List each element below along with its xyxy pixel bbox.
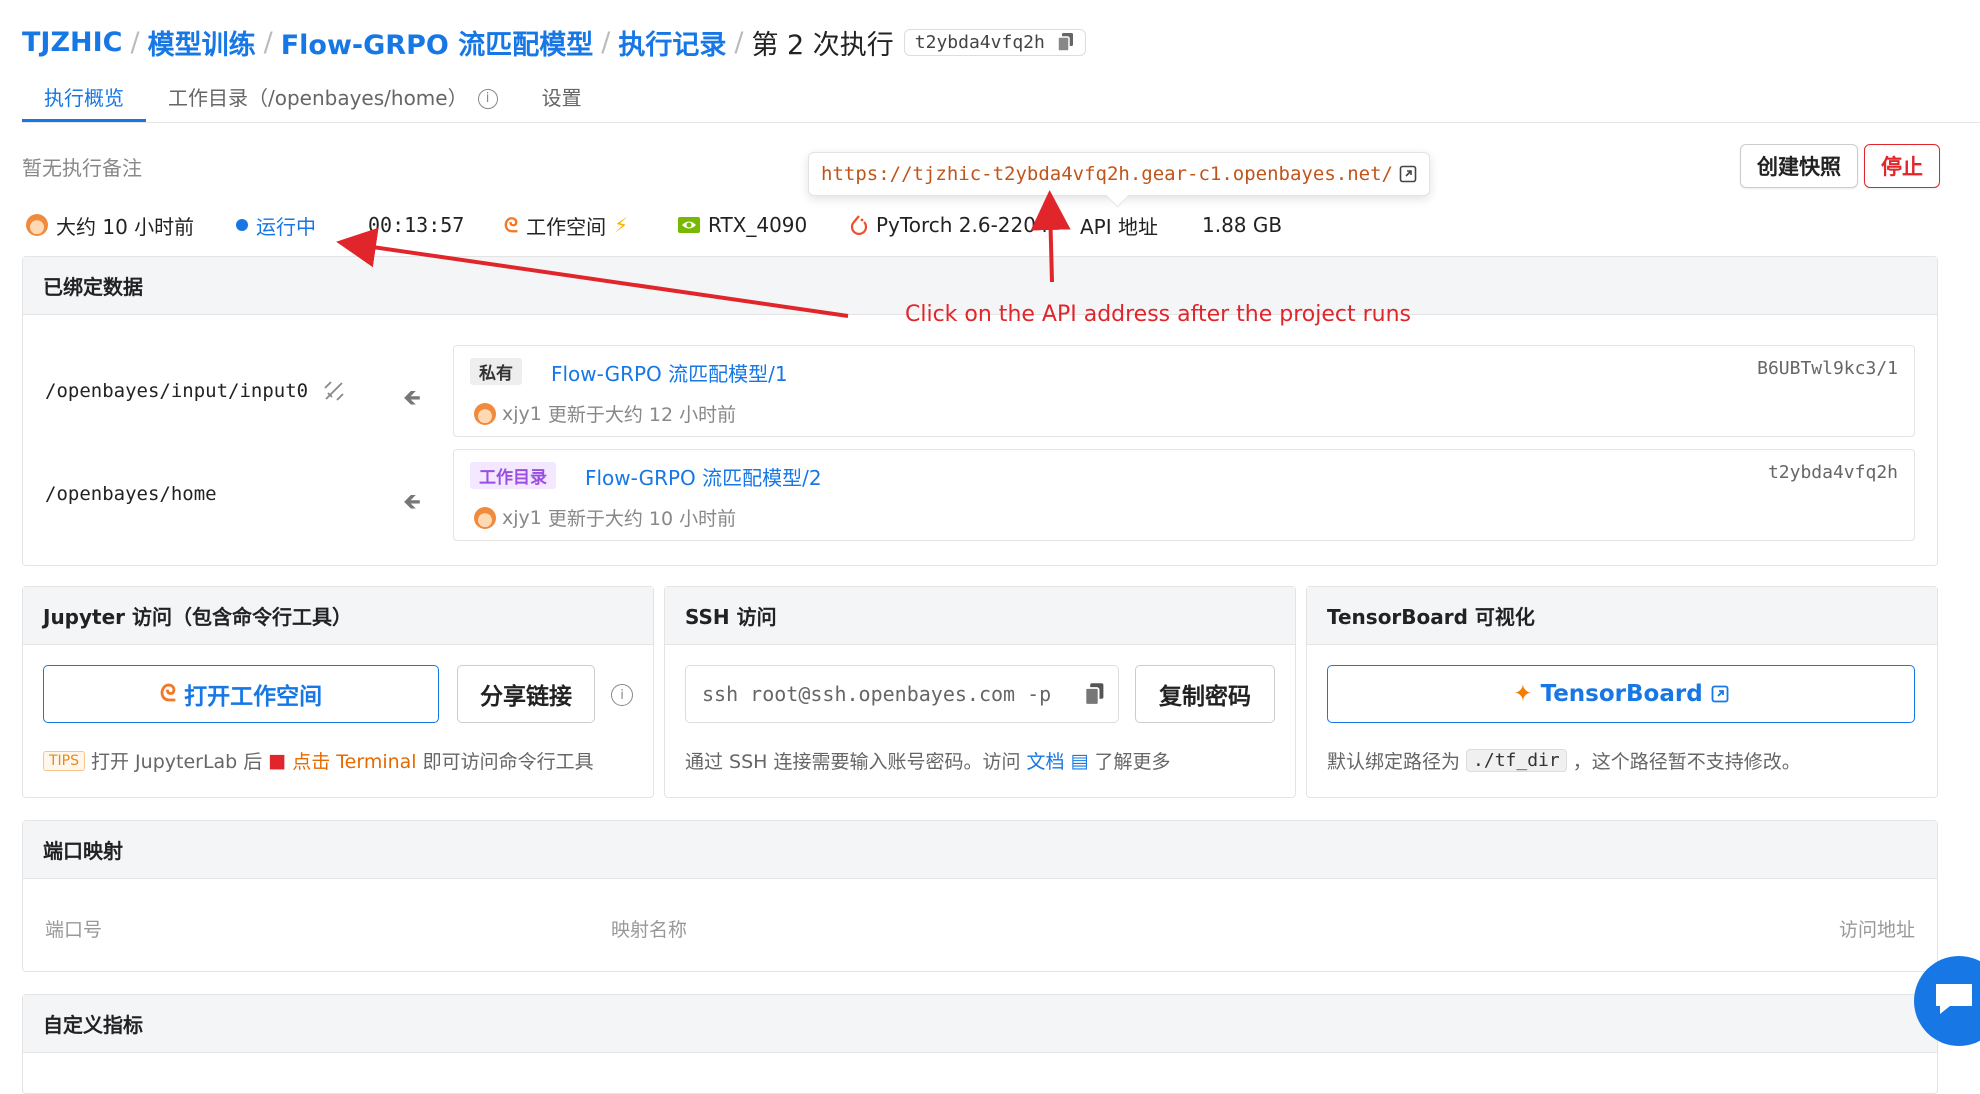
arrow-to-api-url (1030, 190, 1071, 283)
annotation-text: Click on the API address after the proje… (905, 302, 1412, 327)
arrow-to-status (336, 227, 849, 318)
chat-icon (1936, 984, 1972, 1014)
annotation-arrows (336, 190, 1071, 318)
